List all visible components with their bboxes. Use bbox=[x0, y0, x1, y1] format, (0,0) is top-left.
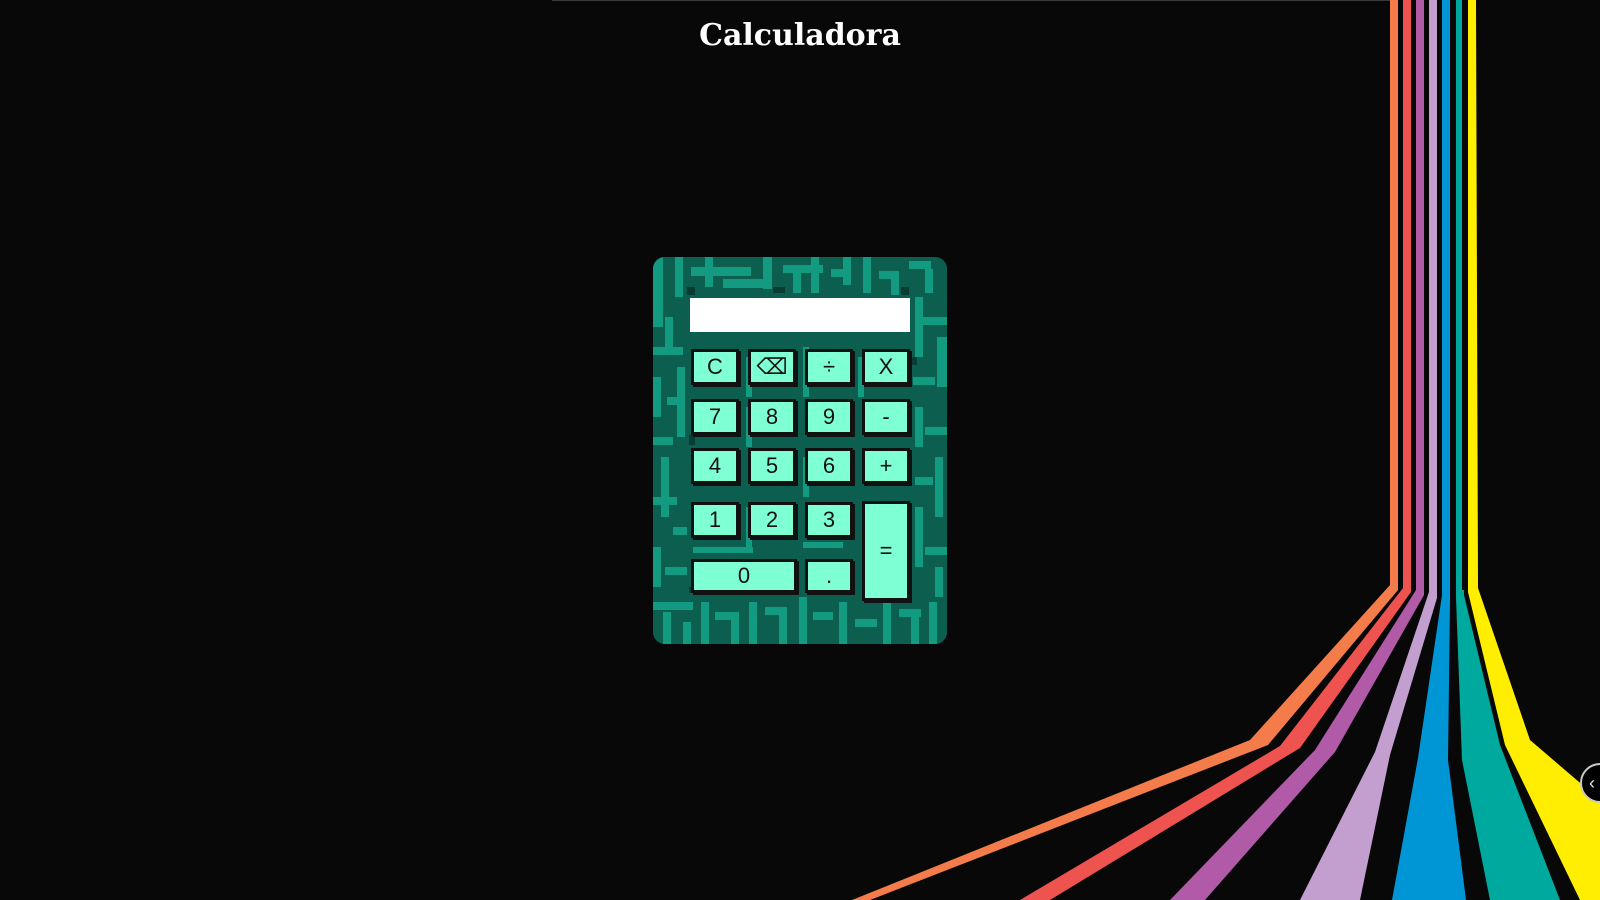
equals-button[interactable]: = bbox=[862, 501, 910, 601]
key-1[interactable]: 1 bbox=[691, 502, 739, 538]
key-2[interactable]: 2 bbox=[748, 502, 796, 538]
key-3[interactable]: 3 bbox=[805, 502, 853, 538]
decimal-button[interactable]: . bbox=[805, 559, 853, 593]
key-9[interactable]: 9 bbox=[805, 399, 853, 435]
key-8[interactable]: 8 bbox=[748, 399, 796, 435]
chevron-left-icon: ‹ bbox=[1589, 773, 1595, 793]
plus-button[interactable]: + bbox=[862, 448, 910, 484]
key-0[interactable]: 0 bbox=[691, 559, 797, 593]
key-7[interactable]: 7 bbox=[691, 399, 739, 435]
key-5[interactable]: 5 bbox=[748, 448, 796, 484]
calculator: C ⌫ ÷ X 7 8 9 - 4 5 6 + 1 2 3 = 0 . bbox=[653, 257, 947, 644]
key-4[interactable]: 4 bbox=[691, 448, 739, 484]
multiply-button[interactable]: X bbox=[862, 349, 910, 385]
divide-button[interactable]: ÷ bbox=[805, 349, 853, 385]
clear-button[interactable]: C bbox=[691, 349, 739, 385]
backspace-icon: ⌫ bbox=[756, 354, 788, 379]
page-title: Calculadora bbox=[699, 18, 901, 53]
calculator-display[interactable] bbox=[690, 298, 910, 332]
backspace-button[interactable]: ⌫ bbox=[748, 349, 796, 385]
key-6[interactable]: 6 bbox=[805, 448, 853, 484]
minus-button[interactable]: - bbox=[862, 399, 910, 435]
